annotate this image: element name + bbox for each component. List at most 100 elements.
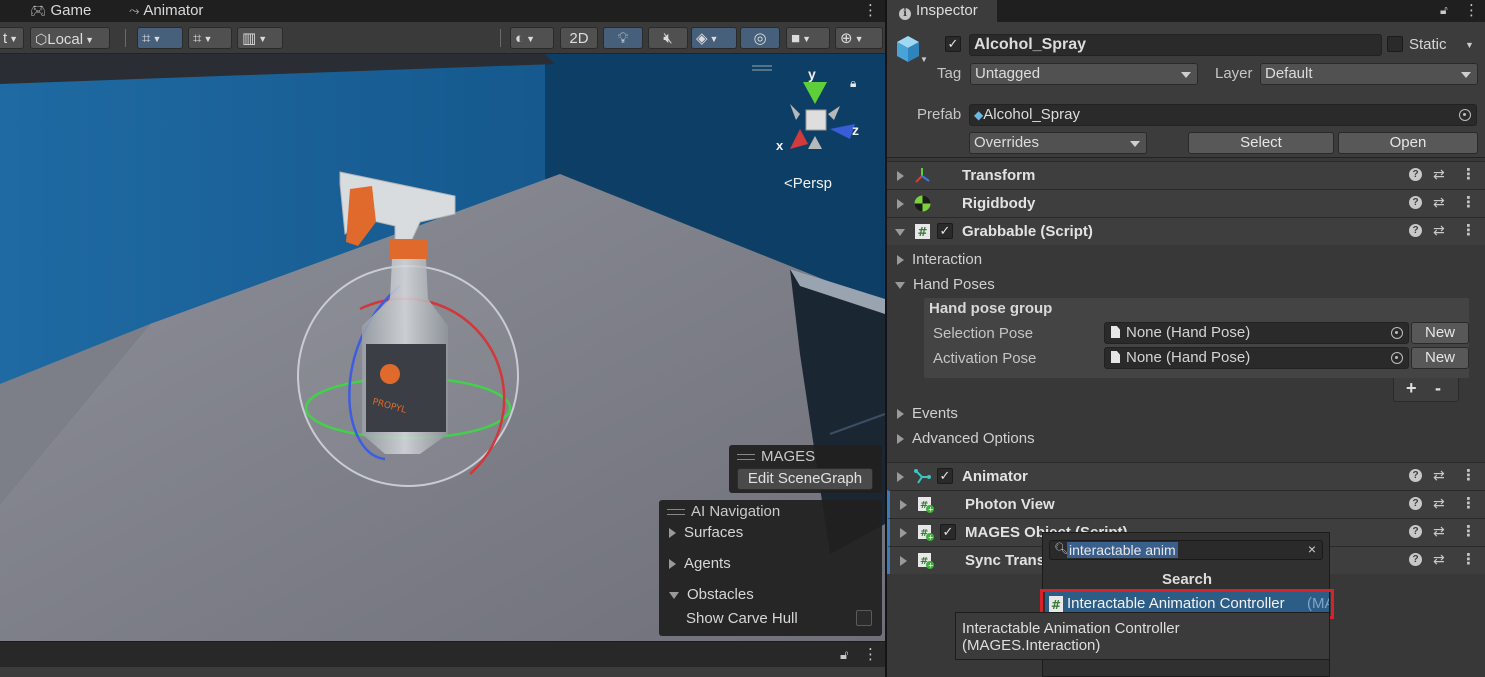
gizmos-dropdown[interactable]: ⊕ ▼ (835, 27, 883, 49)
object-picker-icon[interactable] (1391, 352, 1403, 364)
shading-mode-dropdown[interactable]: ◐ ▼ (510, 27, 554, 49)
audio-toggle[interactable]: 🔇︎ (648, 27, 688, 49)
component-menu-icon[interactable]: ⋮ (1461, 221, 1476, 239)
chevron-down-icon: ▼ (854, 34, 864, 45)
gameobject-active-checkbox[interactable]: ✓ (945, 36, 961, 52)
help-icon[interactable]: ? (1409, 196, 1422, 209)
show-carve-hull-checkbox[interactable] (856, 610, 872, 626)
component-photon-view[interactable]: # + Photon View ? ⇄ ⋮ (887, 490, 1485, 518)
component-search-input[interactable]: 🔍︎ interactable anim × (1049, 540, 1323, 560)
new-activation-pose-button[interactable]: New (1411, 347, 1469, 369)
static-checkbox[interactable]: ✓ (1387, 36, 1403, 52)
advanced-options-foldout[interactable]: Advanced Options (897, 430, 1035, 447)
component-menu-icon[interactable]: ⋮ (1461, 466, 1476, 484)
tab-animator[interactable]: ⤳ Animator (129, 0, 203, 22)
lock-icon[interactable]: 🔓︎ (1440, 3, 1448, 18)
lock-icon[interactable]: 🔓︎ (840, 647, 848, 663)
pivot-mode-dropdown[interactable]: t ▼ (0, 27, 24, 49)
selection-pose-label: Selection Pose (933, 325, 1034, 342)
inspector-menu-icon[interactable]: ⋮ (1464, 3, 1479, 18)
component-animator[interactable]: ✓ Animator ? ⇄ ⋮ (887, 462, 1485, 490)
tab-game[interactable]: 🎮︎ Game (30, 0, 91, 22)
static-label: Static (1409, 36, 1447, 53)
help-icon[interactable]: ? (1409, 497, 1422, 510)
tag-dropdown[interactable]: Untagged (970, 63, 1198, 85)
foldout-arrow-icon (900, 500, 907, 510)
component-menu-icon[interactable]: ⋮ (1461, 193, 1476, 211)
lightbulb-icon: 💡︎ (617, 30, 629, 47)
scene-viewport[interactable]: PROPYL y x z 🔒︎ <Persp MAGES Edit SceneG… (0, 54, 885, 641)
hand-poses-foldout[interactable]: Hand Poses (895, 276, 995, 293)
result-tooltip: Interactable Animation Controller (MAGES… (955, 612, 1330, 660)
pivot-rotation-dropdown[interactable]: ⬡Local ▼ (30, 27, 110, 49)
ruler-toggle[interactable]: ▥ ▼ (237, 27, 283, 49)
preset-sliders-icon[interactable]: ⇄ (1433, 166, 1445, 183)
gizmo-globe-icon: ⊕ (840, 30, 853, 47)
prefab-asset-field[interactable]: ◆Alcohol_Spray (969, 104, 1477, 126)
scene-tab-menu-icon[interactable]: ⋮ (863, 3, 878, 18)
obstacles-foldout[interactable]: Obstacles (669, 586, 754, 603)
preset-sliders-icon[interactable]: ⇄ (1433, 523, 1445, 540)
timeline-ruler[interactable] (0, 667, 885, 677)
mages-object-enabled-checkbox[interactable]: ✓ (940, 524, 956, 540)
help-icon[interactable]: ? (1409, 168, 1422, 181)
component-menu-icon[interactable]: ⋮ (1461, 522, 1476, 540)
new-selection-pose-button[interactable]: New (1411, 322, 1469, 344)
prefab-cube-small-icon: ◆ (974, 108, 984, 122)
drag-grip-icon[interactable] (667, 509, 685, 516)
clear-search-icon[interactable]: × (1308, 541, 1316, 557)
select-prefab-button[interactable]: Select (1188, 132, 1334, 154)
increment-snap-toggle[interactable]: ⌗ ▼ (188, 27, 232, 49)
surfaces-foldout[interactable]: Surfaces (669, 524, 743, 541)
projection-toggle[interactable]: <Persp (784, 175, 832, 192)
component-menu-icon[interactable]: ⋮ (1461, 165, 1476, 183)
static-dropdown-icon[interactable]: ▼ (1465, 40, 1474, 50)
add-item-button[interactable]: + (1406, 378, 1417, 399)
list-add-remove: + - (1393, 378, 1459, 402)
help-icon[interactable]: ? (1409, 224, 1422, 237)
component-grabbable[interactable]: # ✓ Grabbable (Script) ? ⇄ ⋮ (887, 217, 1485, 245)
gameobject-name-field[interactable]: Alcohol_Spray (969, 34, 1382, 56)
timeline-panel: 🔓︎ ⋮ (0, 641, 885, 677)
camera-settings-dropdown[interactable]: ■ ▼ (786, 27, 830, 49)
cube-outline-icon: ⬡ (35, 31, 48, 47)
remove-item-button[interactable]: - (1435, 378, 1441, 399)
object-picker-icon[interactable] (1391, 327, 1403, 339)
help-icon[interactable]: ? (1409, 553, 1422, 566)
object-picker-icon[interactable] (1459, 109, 1471, 121)
preset-sliders-icon[interactable]: ⇄ (1433, 467, 1445, 484)
animator-enabled-checkbox[interactable]: ✓ (937, 468, 953, 484)
events-foldout[interactable]: Events (897, 405, 958, 422)
grid-snapping-toggle[interactable]: ⌗ ▼ (137, 27, 183, 49)
agents-foldout[interactable]: Agents (669, 555, 731, 572)
layer-dropdown[interactable]: Default (1260, 63, 1478, 85)
tab-inspector[interactable]: i Inspector (887, 0, 997, 22)
preset-sliders-icon[interactable]: ⇄ (1433, 495, 1445, 512)
component-menu-icon[interactable]: ⋮ (1461, 494, 1476, 512)
help-icon[interactable]: ? (1409, 469, 1422, 482)
help-icon[interactable]: ? (1409, 525, 1422, 538)
preset-sliders-icon[interactable]: ⇄ (1433, 222, 1445, 239)
overrides-dropdown[interactable]: Overrides (969, 132, 1147, 154)
preset-sliders-icon[interactable]: ⇄ (1433, 551, 1445, 568)
scene-visibility-toggle[interactable]: ◎ (740, 27, 780, 49)
drag-grip-icon[interactable] (737, 454, 755, 461)
activation-pose-field[interactable]: None (Hand Pose) (1104, 347, 1409, 369)
edit-scenegraph-button[interactable]: Edit SceneGraph (737, 468, 873, 490)
toolbar-separator (125, 29, 126, 47)
component-transform[interactable]: Transform ? ⇄ ⋮ (887, 161, 1485, 189)
svg-text:+: + (928, 562, 934, 569)
effects-dropdown[interactable]: ◈ ▼ (691, 27, 737, 49)
preset-sliders-icon[interactable]: ⇄ (1433, 194, 1445, 211)
interaction-foldout[interactable]: Interaction (897, 251, 982, 268)
timeline-menu-icon[interactable]: ⋮ (863, 647, 878, 662)
icon-dropdown-arrow-icon[interactable]: ▼ (920, 55, 928, 64)
grabbable-enabled-checkbox[interactable]: ✓ (937, 223, 953, 239)
open-prefab-button[interactable]: Open (1338, 132, 1478, 154)
2d-mode-toggle[interactable]: 2D (560, 27, 598, 49)
selection-pose-field[interactable]: None (Hand Pose) (1104, 322, 1409, 344)
gizmo-lock-icon[interactable]: 🔒︎ (850, 76, 856, 91)
component-menu-icon[interactable]: ⋮ (1461, 550, 1476, 568)
lighting-toggle[interactable]: 💡︎ (603, 27, 643, 49)
component-rigidbody[interactable]: Rigidbody ? ⇄ ⋮ (887, 189, 1485, 217)
